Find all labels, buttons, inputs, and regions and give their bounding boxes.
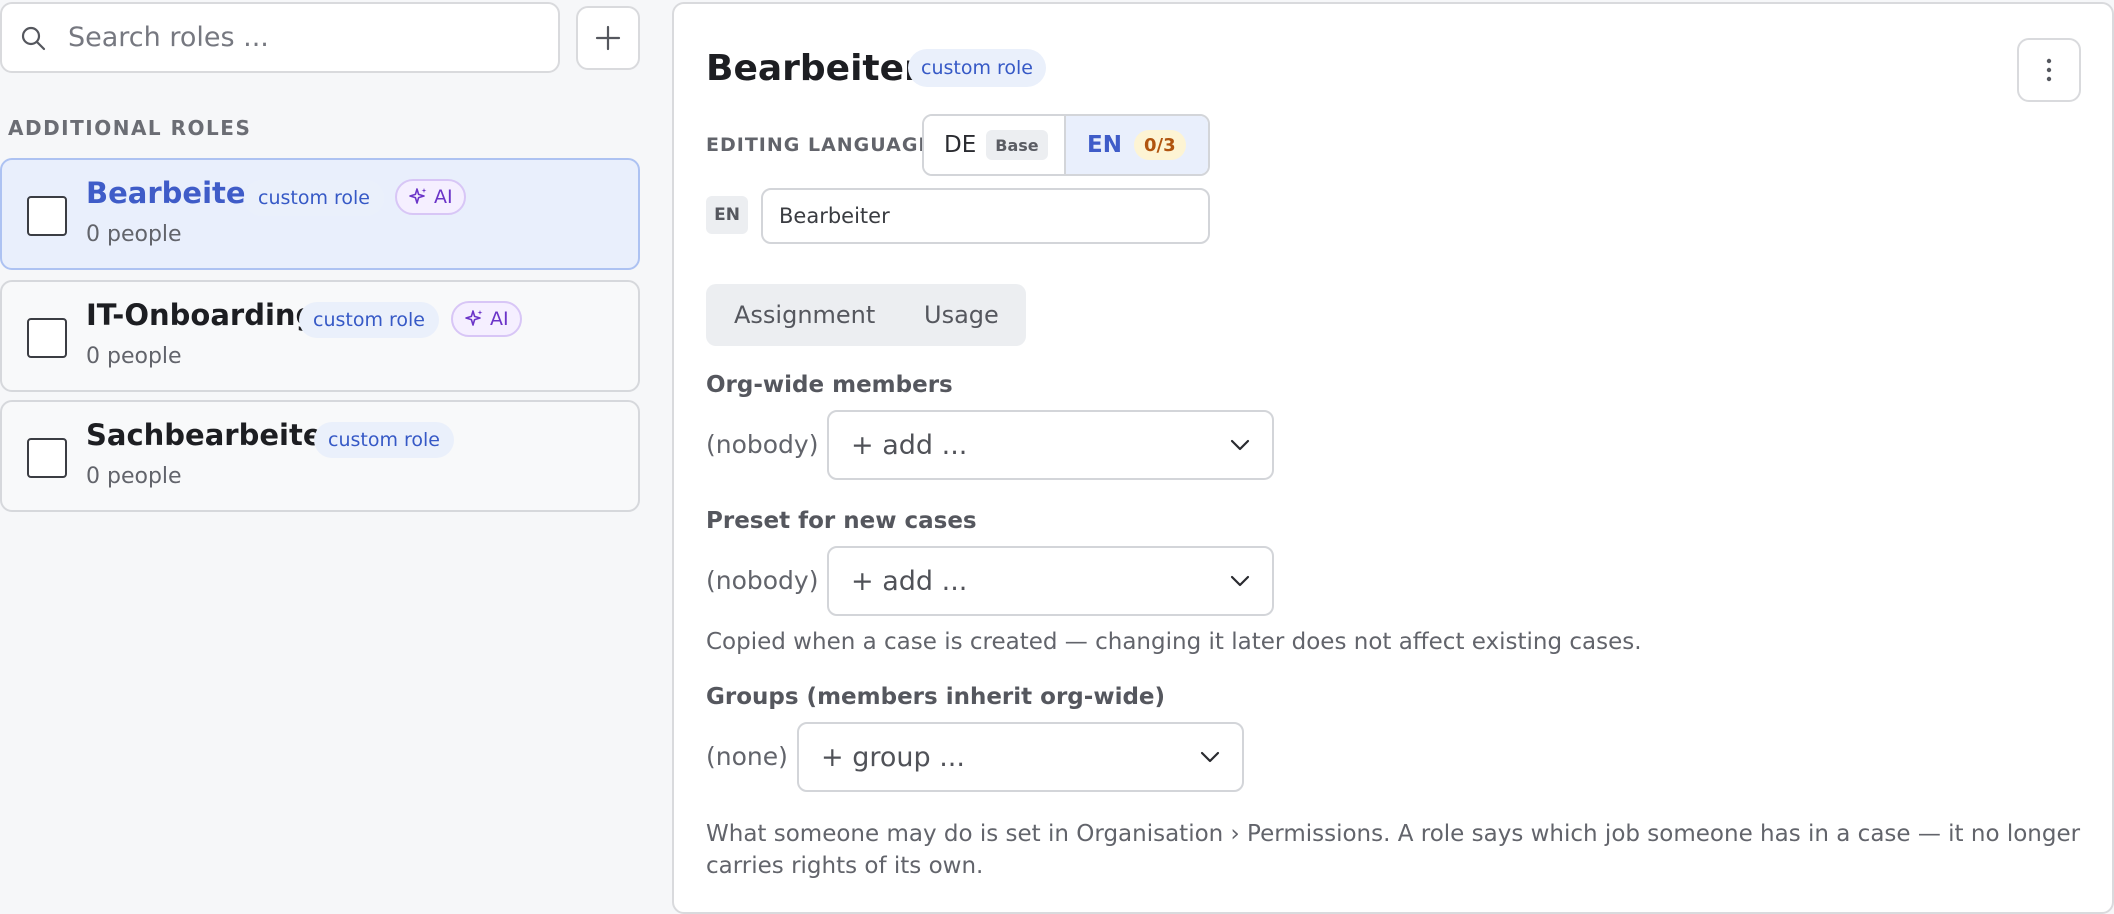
preset-select[interactable]: + add ... (827, 546, 1274, 616)
custom-role-badge: custom role (244, 180, 384, 216)
role-name: IT-Onboarding (86, 298, 317, 332)
kebab-menu-icon (2046, 58, 2052, 82)
language-option-en[interactable]: EN 0/3 (1066, 116, 1208, 174)
search-box[interactable] (0, 2, 560, 73)
search-input[interactable] (68, 22, 528, 53)
org-wide-members-select[interactable]: + add ... (827, 410, 1274, 480)
role-checkbox[interactable] (27, 438, 67, 478)
editing-language-label: EDITING LANGUAGE (706, 134, 933, 156)
chevron-down-icon (1230, 575, 1250, 587)
translation-progress-badge: 0/3 (1133, 130, 1186, 160)
org-wide-members-label: Org-wide members (706, 372, 953, 398)
preset-label: Preset for new cases (706, 508, 977, 534)
select-label: + add ... (851, 429, 968, 461)
role-checkbox[interactable] (27, 318, 67, 358)
chevron-down-icon (1230, 439, 1250, 451)
people-count: 0 people (86, 222, 182, 247)
groups-select[interactable]: + group ... (797, 722, 1244, 792)
plus-icon (595, 25, 621, 51)
ai-badge: AI (395, 179, 466, 215)
base-tag: Base (986, 130, 1048, 160)
role-name-input[interactable] (761, 188, 1210, 244)
people-count: 0 people (86, 464, 182, 489)
language-option-de[interactable]: DE Base (924, 116, 1066, 174)
search-icon (21, 26, 46, 50)
preset-help-text: Copied when a case is created — changing… (706, 629, 1642, 655)
select-label: + group ... (821, 741, 965, 773)
language-code: EN (1087, 132, 1122, 158)
org-wide-members-value: (nobody) (706, 430, 819, 459)
custom-role-badge: custom role (299, 302, 439, 338)
tab-assignment[interactable]: Assignment (734, 301, 875, 329)
custom-role-badge: custom role (314, 422, 454, 458)
sparkle-icon (409, 188, 427, 204)
language-switcher: DE Base EN 0/3 (922, 114, 1210, 176)
groups-value: (none) (706, 742, 788, 771)
role-name: Bearbeiter (86, 176, 260, 210)
ai-badge-label: AI (490, 308, 509, 330)
tab-usage[interactable]: Usage (924, 301, 999, 329)
ai-badge: AI (451, 301, 522, 337)
ai-badge-label: AI (434, 186, 453, 208)
role-card-it-onboarding[interactable]: IT-Onboarding custom role AI 0 people (0, 280, 640, 392)
groups-label: Groups (members inherit org-wide) (706, 684, 1166, 710)
more-options-button[interactable] (2017, 38, 2081, 102)
permissions-help-line2: carries rights of its own. (706, 853, 984, 879)
sparkle-icon (465, 310, 483, 326)
add-role-button[interactable] (576, 6, 640, 70)
page-title: Bearbeiter (706, 48, 922, 89)
language-code: DE (944, 132, 977, 158)
field-language-tag: EN (706, 196, 748, 234)
role-name: Sachbearbeiter (86, 418, 337, 452)
permissions-help-line1: What someone may do is set in Organisati… (706, 821, 2081, 847)
preset-value: (nobody) (706, 566, 819, 595)
people-count: 0 people (86, 344, 182, 369)
role-card-bearbeiter[interactable]: Bearbeiter custom role AI 0 people (0, 158, 640, 270)
tab-bar: Assignment Usage (706, 284, 1026, 346)
custom-role-badge: custom role (908, 49, 1046, 87)
chevron-down-icon (1200, 751, 1220, 763)
role-detail-panel: Bearbeiter custom role EDITING LANGUAGE … (672, 2, 2114, 914)
role-card-sachbearbeiter[interactable]: Sachbearbeiter custom role 0 people (0, 400, 640, 512)
role-checkbox[interactable] (27, 196, 67, 236)
select-label: + add ... (851, 565, 968, 597)
section-heading: ADDITIONAL ROLES (8, 116, 252, 140)
